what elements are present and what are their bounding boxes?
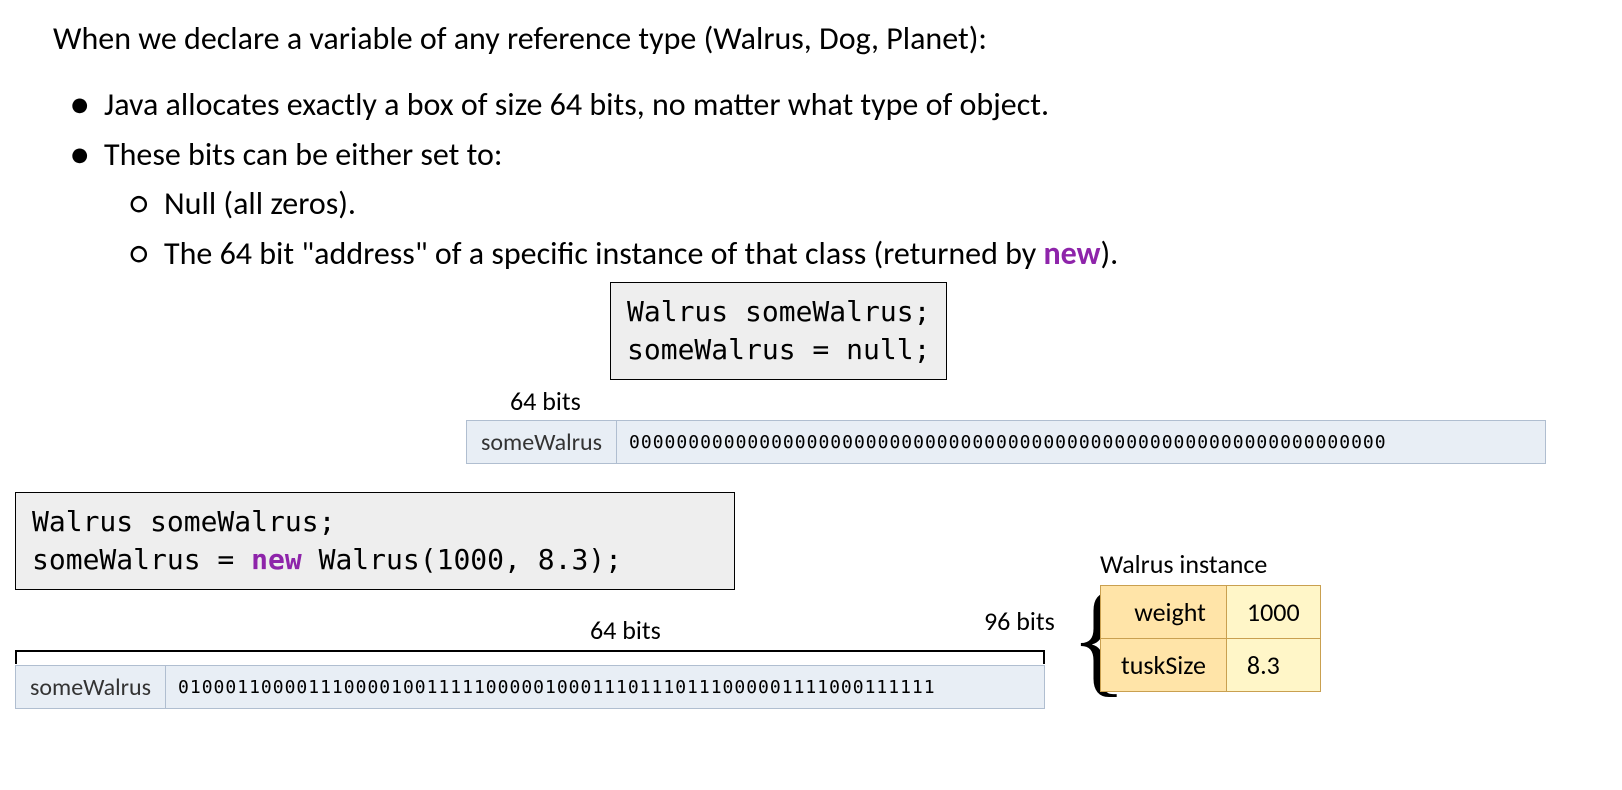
bullet-1: Java allocates exactly a box of size 64 … <box>70 80 1118 130</box>
code2-pre: someWalrus = <box>32 543 251 576</box>
bits-zeros: 0000000000000000000000000000000000000000… <box>617 420 1546 464</box>
code2-post: Walrus(1000, 8.3); <box>302 543 622 576</box>
value-weight: 1000 <box>1226 586 1320 639</box>
subbullet-1: Null (all zeros). <box>130 179 1118 229</box>
keyword-new-2: new <box>251 543 302 576</box>
bits-row-addr: someWalrus 01000110000111000010011111000… <box>15 665 1045 709</box>
table-row: tuskSize 8.3 <box>1101 639 1321 692</box>
code1-line2: someWalrus = null; <box>627 333 930 366</box>
code-new: Walrus someWalrus; someWalrus = new Walr… <box>15 492 735 590</box>
bullet-2: These bits can be either set to: <box>70 130 1118 180</box>
code1-line1: Walrus someWalrus; <box>627 295 930 328</box>
bracket-top <box>15 650 1045 664</box>
sub2-post: ). <box>1100 234 1118 273</box>
instance-table: weight 1000 tuskSize 8.3 <box>1100 585 1321 692</box>
keyword-new-1: new <box>1044 234 1101 273</box>
bullet-list: Java allocates exactly a box of size 64 … <box>70 80 1118 278</box>
intro-text: When we declare a variable of any refere… <box>53 20 987 58</box>
bits-label-96: 96 bits <box>984 605 1055 637</box>
code-null: Walrus someWalrus; someWalrus = null; <box>610 282 947 380</box>
var-name-1: someWalrus <box>466 420 617 464</box>
bits-row-zeros: someWalrus 00000000000000000000000000000… <box>466 420 1546 464</box>
table-row: weight 1000 <box>1101 586 1321 639</box>
code2-line1: Walrus someWalrus; <box>32 505 335 538</box>
bits-label-64-bottom: 64 bits <box>590 614 661 646</box>
bits-label-64-top: 64 bits <box>510 385 581 417</box>
bits-addr: 0100011000011100001001111100000100011101… <box>166 665 1045 709</box>
value-tusksize: 8.3 <box>1226 639 1320 692</box>
field-tusksize: tuskSize <box>1101 639 1227 692</box>
field-weight: weight <box>1101 586 1227 639</box>
sub2-pre: The 64 bit "address" of a specific insta… <box>164 234 1044 273</box>
var-name-2: someWalrus <box>15 665 166 709</box>
subbullet-2: The 64 bit "address" of a specific insta… <box>130 229 1118 279</box>
